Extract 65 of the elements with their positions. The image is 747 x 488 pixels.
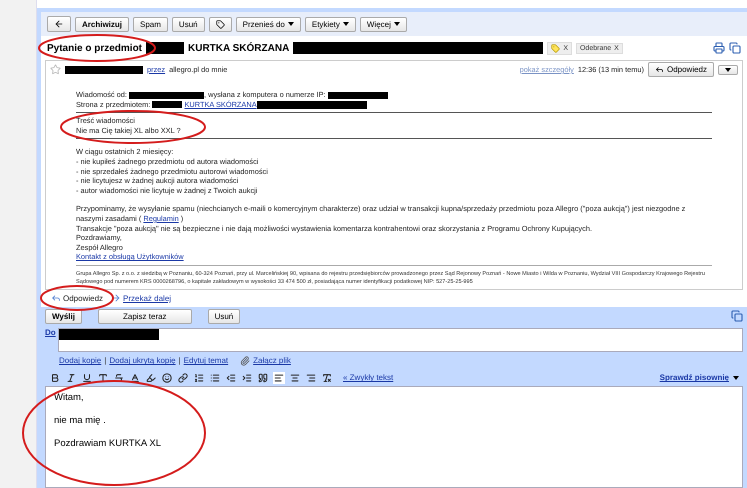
subject-title: Pytanie o przedmiot	[47, 42, 142, 54]
caret-icon	[342, 22, 349, 26]
message-editor[interactable]: Witam, nie ma mię . Pozdrawiam KURTKA XL	[45, 386, 743, 488]
forward-arrow-icon	[111, 293, 122, 304]
menu-button[interactable]: Przenieś do	[236, 16, 301, 32]
font-icon[interactable]	[98, 372, 108, 383]
bullet-list-icon[interactable]	[210, 372, 220, 383]
spellcheck-link[interactable]: Sprawdź pisownię	[660, 373, 729, 382]
outdent-icon[interactable]	[226, 372, 236, 383]
compose-button[interactable]: Zapisz teraz	[98, 308, 192, 324]
reply-icon	[654, 65, 664, 74]
print-icon	[713, 42, 725, 54]
caret-icon	[725, 68, 731, 72]
redaction-bar	[328, 92, 388, 99]
link-icon[interactable]	[178, 372, 188, 383]
new-window-icon	[729, 42, 741, 54]
plain-text-link[interactable]: « Zwykły tekst	[343, 373, 394, 382]
editor-line: Witam,	[54, 392, 85, 404]
indent-icon[interactable]	[242, 372, 252, 383]
popout-icon	[731, 310, 743, 322]
align-left-icon[interactable]	[274, 372, 284, 383]
tag-icon	[551, 44, 560, 52]
more-button[interactable]	[718, 64, 738, 74]
subject-title: KURTKA SKÓRZANA	[188, 42, 290, 54]
caret-icon	[394, 22, 400, 26]
attach-link[interactable]: Załącz plik	[253, 356, 291, 366]
redaction-bar	[146, 42, 184, 54]
editor-line: Pozdrawiam KURTKA XL	[54, 438, 162, 450]
to-link[interactable]: Do	[45, 328, 56, 337]
smiley-icon[interactable]	[162, 372, 172, 383]
compose-link[interactable]: Dodaj ukrytą kopię	[109, 356, 176, 366]
align-right-icon[interactable]	[306, 372, 316, 383]
menu-button[interactable]: Więcej	[360, 16, 407, 32]
compose-button[interactable]: Wyślij	[45, 308, 82, 324]
underline-icon[interactable]	[82, 372, 92, 383]
compose-link[interactable]: Edytuj temat	[184, 356, 228, 366]
bold-icon[interactable]	[50, 372, 60, 383]
back-arrow-icon	[54, 19, 64, 29]
caret-icon	[733, 376, 739, 380]
caret-icon	[288, 22, 294, 26]
italic-icon[interactable]	[66, 372, 76, 383]
tag-icon	[216, 20, 225, 28]
link-separator: |	[104, 356, 106, 366]
quote-icon[interactable]	[258, 372, 268, 383]
compose-button[interactable]: Usuń	[208, 308, 240, 324]
paperclip-icon	[240, 356, 250, 366]
label-button[interactable]	[208, 16, 232, 32]
back-button[interactable]	[47, 16, 71, 32]
toolbar-button[interactable]: Usuń	[172, 16, 205, 32]
reply-button[interactable]: Odpowiedz	[648, 62, 714, 77]
menu-button[interactable]: Etykiety	[304, 16, 356, 32]
toolbar-button[interactable]: Spam	[133, 16, 168, 32]
redaction-bar	[152, 101, 182, 108]
align-center-icon[interactable]	[290, 372, 300, 383]
to-field[interactable]	[58, 328, 743, 352]
clear-format-icon[interactable]	[322, 372, 332, 383]
highlight-icon[interactable]	[146, 372, 156, 383]
forward-link[interactable]: Przekaż dalej	[111, 293, 172, 304]
compose-link[interactable]: Dodaj kopię	[59, 356, 102, 366]
reply-icon	[51, 293, 61, 304]
toolbar-button[interactable]: Archiwizuj	[75, 16, 130, 32]
text-color-icon[interactable]	[130, 372, 140, 383]
numbered-list-icon[interactable]	[194, 372, 204, 383]
link-separator: |	[178, 356, 181, 366]
editor-line: nie ma mię .	[54, 414, 107, 427]
